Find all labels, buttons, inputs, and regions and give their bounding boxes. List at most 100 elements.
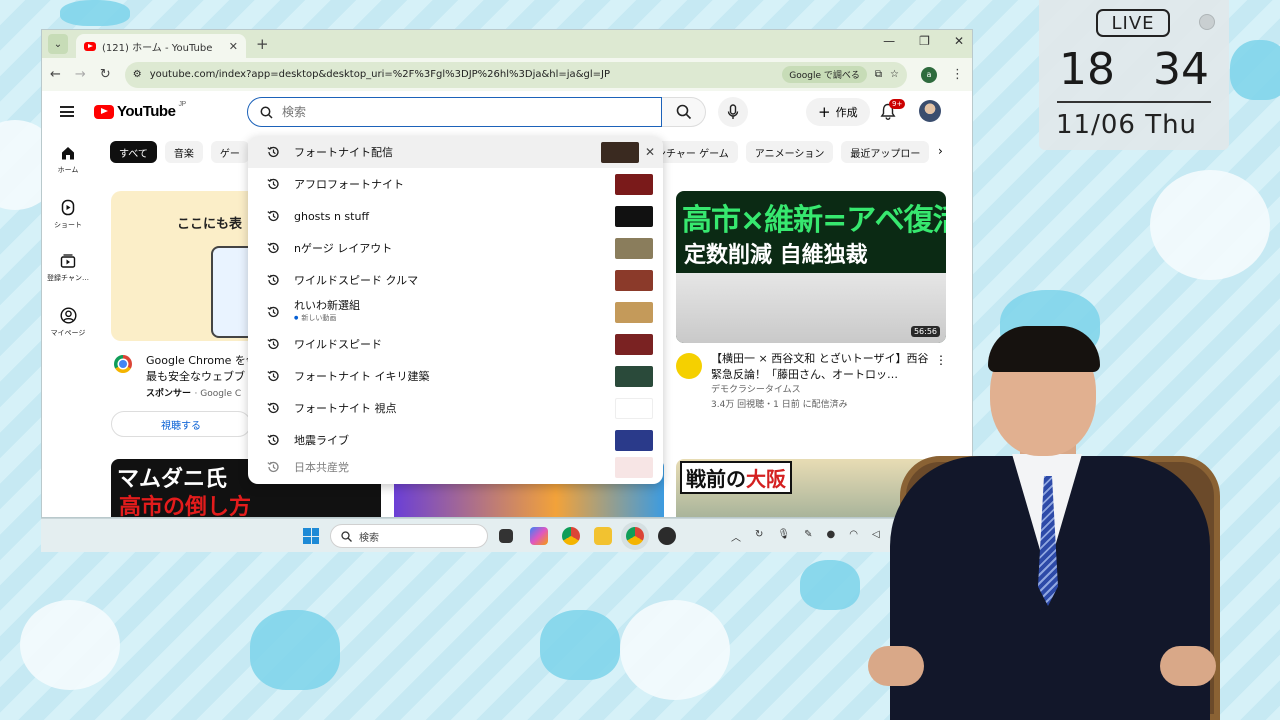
sidebar-item-shorts[interactable]: ショート (42, 187, 94, 241)
youtube-page: YouTube JP + 作成 9+ ホーム (42, 91, 972, 517)
tray-app-icon[interactable]: ● (826, 529, 835, 544)
address-bar[interactable]: ⚙ youtube.com/index?app=desktop&desktop_… (124, 61, 907, 88)
youtube-logo[interactable]: YouTube JP (94, 101, 186, 120)
sidebar-label: ショート (54, 220, 82, 229)
menu-hamburger-icon[interactable] (60, 106, 74, 117)
task-view-icon[interactable] (499, 529, 513, 543)
tray-pen-icon[interactable]: ✎ (804, 529, 812, 544)
reload-icon[interactable]: ↻ (100, 67, 111, 82)
search-box[interactable] (247, 97, 662, 127)
restore-button[interactable]: ❐ (919, 34, 930, 48)
chrome-taskbar-icon[interactable] (562, 527, 580, 545)
sidebar-item-subscriptions[interactable]: 登録チャン… (42, 241, 94, 295)
search-suggestion-item[interactable]: nゲージ レイアウト (248, 232, 663, 264)
suggestion-thumbnail (615, 429, 653, 451)
suggestion-thumbnail (615, 301, 653, 323)
suggestion-text: nゲージ レイアウト (294, 241, 393, 255)
search-suggestion-item[interactable]: アフロフォートナイト (248, 168, 663, 200)
tab-close-icon[interactable]: ✕ (229, 40, 238, 53)
site-info-icon[interactable]: ⚙ (133, 69, 142, 80)
chevron-right-icon[interactable]: › (938, 144, 943, 158)
clock-time: 18 34 (1059, 44, 1209, 95)
system-tray: ︿ ↻ 🎙 ✎ ● ◠ ◁ (731, 529, 880, 544)
chip-game[interactable]: ゲー (210, 141, 249, 163)
tab-title: (121) ホーム - YouTube (102, 42, 213, 54)
youtube-logo-text: YouTube (117, 103, 176, 120)
watch-button[interactable]: 視聴する (111, 411, 251, 437)
create-button[interactable]: + 作成 (806, 98, 870, 126)
suggestion-text: ワイルドスピード (294, 337, 382, 351)
minimize-button[interactable]: — (883, 34, 895, 48)
search-suggestion-item[interactable]: フォートナイト 視点 (248, 392, 663, 424)
history-icon (267, 146, 279, 158)
search-input[interactable] (282, 105, 661, 119)
remove-suggestion-icon[interactable]: ✕ (645, 145, 655, 159)
suggestion-thumbnail (615, 237, 653, 259)
suggestion-thumbnail (615, 173, 653, 195)
voice-search-button[interactable] (718, 97, 748, 127)
obs-icon[interactable] (658, 527, 676, 545)
video-thumbnail[interactable]: 高市×維新=アベ復活 定数削減 自維独裁 56:56 (676, 191, 946, 343)
suggestion-text: れいわ新選組新しい動画 (294, 299, 601, 326)
browser-menu-icon[interactable]: ⋮ (951, 67, 964, 82)
chip-all[interactable]: すべて (110, 141, 157, 163)
search-suggestion-item[interactable]: ghosts n stuff (248, 200, 663, 232)
sidebar-item-mypage[interactable]: マイページ (42, 295, 94, 349)
chip-animation[interactable]: アニメーション (745, 141, 834, 163)
sponsor-source: · Google C (194, 389, 242, 399)
tab-bar: ⌄ (121) ホーム - YouTube ✕ + — ❐ ✕ (42, 30, 972, 58)
account-avatar[interactable] (919, 100, 941, 122)
address-bar-row: ← → ↻ ⚙ youtube.com/index?app=desktop&de… (42, 58, 972, 91)
chrome-icon (114, 355, 132, 373)
windows-start-icon[interactable] (303, 528, 319, 544)
region-label: JP (178, 101, 186, 108)
suggestion-thumbnail (615, 333, 653, 355)
search-suggestion-item[interactable]: フォートナイト イキリ建築 (248, 360, 663, 392)
chrome-active-taskbar-icon[interactable] (626, 527, 644, 545)
history-icon (267, 242, 279, 254)
search-suggestion-item[interactable]: フォートナイト配信 ✕ (248, 136, 663, 168)
microphone-icon (727, 104, 739, 119)
ad-banner-text: ここにも表 (177, 217, 243, 232)
google-search-button[interactable]: Google で調べる (782, 66, 867, 83)
profile-avatar[interactable]: a (921, 66, 937, 83)
history-icon (267, 402, 279, 414)
tab-search-button[interactable]: ⌄ (48, 34, 68, 54)
forward-icon[interactable]: → (75, 67, 86, 82)
chip-adventure-game[interactable]: ンチャー ゲーム (654, 141, 738, 163)
install-app-icon[interactable]: ⧉ (875, 69, 882, 80)
search-suggestion-item[interactable]: 日本共産党 (248, 456, 663, 478)
clock-divider (1057, 101, 1211, 103)
search-suggestion-item[interactable]: ワイルドスピード クルマ (248, 264, 663, 296)
suggestion-text: フォートナイト イキリ建築 (294, 369, 430, 383)
tab-youtube[interactable]: (121) ホーム - YouTube ✕ (76, 34, 246, 58)
tray-mic-icon[interactable]: 🎙 (777, 529, 790, 544)
stream-clock: LIVE 18 34 11/06 Thu (1039, 0, 1229, 150)
chip-recently-uploaded[interactable]: 最近アップロー (841, 141, 930, 163)
notification-count-badge: 9+ (889, 99, 906, 109)
chip-music[interactable]: 音楽 (164, 141, 203, 163)
thumbnail-text: 戦前の (686, 467, 746, 491)
search-suggestions-dropdown: フォートナイト配信 ✕ アフロフォートナイト ghosts n stuff nゲージ レ… (248, 136, 663, 484)
file-explorer-icon[interactable] (594, 527, 612, 545)
new-tab-button[interactable]: + (256, 35, 269, 53)
tray-chevron-icon[interactable]: ︿ (731, 529, 741, 544)
tray-sync-icon[interactable]: ↻ (755, 529, 763, 544)
taskbar-search[interactable]: 検索 (330, 524, 488, 548)
search-button[interactable] (662, 97, 706, 127)
subscriptions-icon (60, 254, 76, 268)
copilot-icon[interactable] (530, 527, 548, 545)
suggestion-text: 日本共産党 (294, 460, 349, 474)
suggestion-thumbnail (615, 365, 653, 387)
sidebar-item-home[interactable]: ホーム (42, 133, 94, 187)
back-icon[interactable]: ← (50, 67, 61, 82)
bookmark-star-icon[interactable]: ☆ (890, 69, 899, 80)
search-suggestion-item[interactable]: ワイルドスピード (248, 328, 663, 360)
sidebar-label: 登録チャン… (47, 274, 89, 282)
suggestion-thumbnail (615, 397, 653, 419)
channel-avatar[interactable] (676, 353, 702, 379)
search-suggestion-item[interactable]: 地震ライブ (248, 424, 663, 456)
search-suggestion-item[interactable]: れいわ新選組新しい動画 (248, 296, 663, 328)
wifi-icon[interactable]: ◠ (849, 529, 858, 544)
close-window-button[interactable]: ✕ (954, 34, 964, 48)
